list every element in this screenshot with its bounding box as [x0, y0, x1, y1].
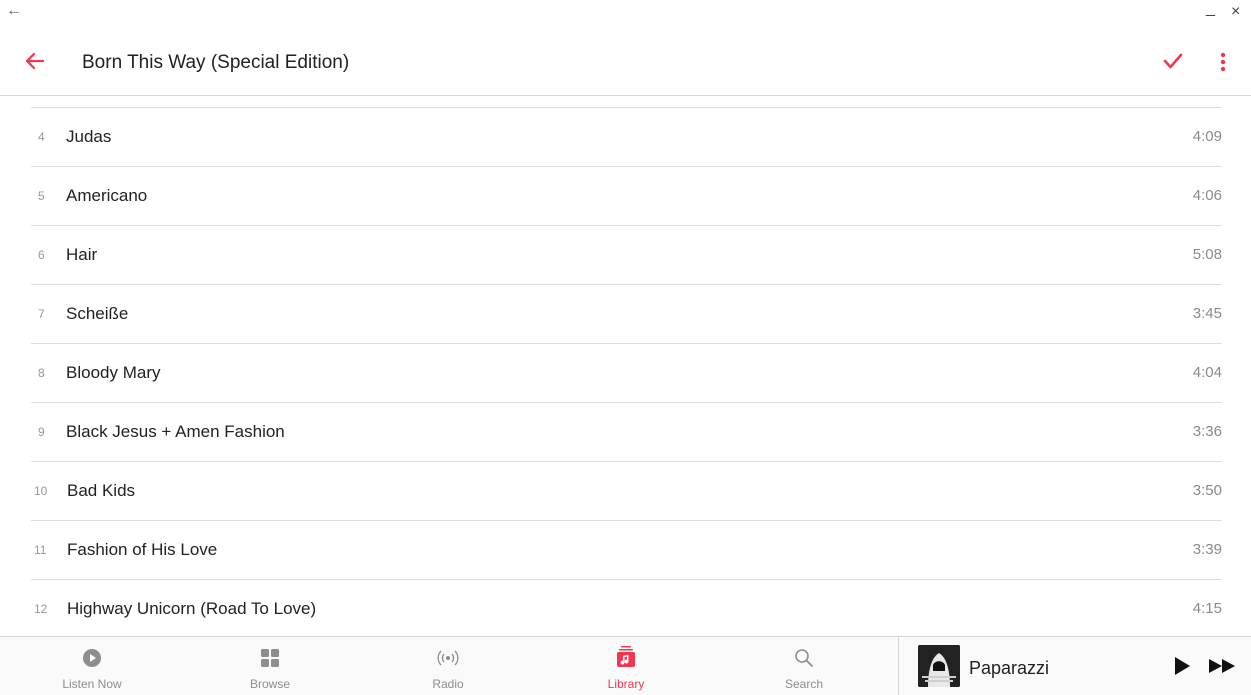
- track-row[interactable]: 12 Highway Unicorn (Road To Love) 4:15: [31, 580, 1222, 635]
- track-number: 4: [38, 130, 45, 144]
- track-number: 5: [38, 189, 45, 203]
- track-row[interactable]: 10 Bad Kids 3:50: [31, 462, 1222, 521]
- play-icon: [1175, 657, 1190, 675]
- track-title: Highway Unicorn (Road To Love): [67, 599, 317, 618]
- more-vertical-icon: [1220, 52, 1226, 72]
- track-duration: 3:45: [1192, 305, 1222, 322]
- tab-label: Browse: [249, 677, 290, 691]
- track-list[interactable]: 4 Judas 4:09 5 Americano 4:06 6 Hair 5:0…: [0, 97, 1251, 635]
- track-title: Bloody Mary: [66, 363, 161, 382]
- track-duration: 5:08: [1192, 246, 1222, 263]
- track-row[interactable]: 4 Judas 4:09: [31, 108, 1222, 167]
- now-playing-artwork: [918, 645, 960, 687]
- track-number: 8: [38, 366, 45, 380]
- track-duration: 4:06: [1192, 187, 1222, 204]
- window-titlebar: ← _ ×: [0, 0, 1251, 28]
- app-bar: Born This Way (Special Edition): [0, 30, 1251, 96]
- radio-broadcast-icon: [437, 650, 459, 666]
- back-button[interactable]: [22, 48, 48, 74]
- window-back-button[interactable]: ←: [6, 2, 22, 20]
- track-duration: 4:15: [1192, 600, 1222, 617]
- track-number: 9: [38, 425, 45, 439]
- tab-label: Library: [607, 677, 645, 691]
- fast-forward-icon: [1209, 659, 1235, 673]
- tab-label: Radio: [432, 677, 464, 691]
- tab-listen-now[interactable]: Listen Now: [3, 637, 181, 695]
- track-title: Bad Kids: [67, 481, 136, 500]
- track-row[interactable]: 7 Scheiße 3:45: [31, 285, 1222, 344]
- grid-icon: [261, 649, 279, 667]
- track-row[interactable]: 9 Black Jesus + Amen Fashion 3:36: [31, 403, 1222, 462]
- more-options-button[interactable]: [1213, 50, 1233, 74]
- now-playing-title: Paparazzi: [969, 658, 1050, 678]
- play-button[interactable]: [1172, 656, 1192, 676]
- track-title: Hair: [66, 245, 98, 264]
- window-minimize-button[interactable]: _: [1206, 0, 1215, 18]
- tab-label: Listen Now: [62, 677, 122, 691]
- track-title: Scheiße: [66, 304, 129, 323]
- search-icon: [795, 649, 813, 667]
- window-close-button[interactable]: ×: [1231, 3, 1240, 21]
- track-duration: 3:36: [1192, 423, 1222, 440]
- track-row[interactable]: 8 Bloody Mary 4:04: [31, 344, 1222, 403]
- track-title: Black Jesus + Amen Fashion: [66, 422, 285, 441]
- page-title: Born This Way (Special Edition): [82, 52, 350, 73]
- done-button[interactable]: [1160, 48, 1186, 74]
- track-row[interactable]: 6 Hair 5:08: [31, 226, 1222, 285]
- track-title: Judas: [66, 127, 112, 146]
- track-duration: 3:50: [1192, 482, 1222, 499]
- track-row[interactable]: 5 Americano 4:06: [31, 167, 1222, 226]
- tab-library[interactable]: Library: [537, 637, 715, 695]
- tab-browse[interactable]: Browse: [181, 637, 359, 695]
- checkmark-icon: [1163, 53, 1183, 69]
- track-row[interactable]: 11 Fashion of His Love 3:39: [31, 521, 1222, 580]
- next-track-button[interactable]: [1208, 656, 1238, 676]
- track-duration: 3:39: [1192, 541, 1222, 558]
- mini-player[interactable]: Paparazzi: [898, 637, 1251, 695]
- music-library-icon: [617, 646, 635, 667]
- track-duration: 4:04: [1192, 364, 1222, 381]
- track-number: 11: [34, 543, 47, 557]
- play-circle-icon: [83, 649, 101, 667]
- track-number: 7: [38, 307, 45, 321]
- track-duration: 4:09: [1192, 128, 1222, 145]
- album-art-icon: [918, 645, 960, 687]
- tab-search[interactable]: Search: [715, 637, 893, 695]
- bottom-navigation: Listen Now Browse Radio Library Search P…: [0, 636, 1251, 695]
- track-number: 6: [38, 248, 45, 262]
- tab-radio[interactable]: Radio: [359, 637, 537, 695]
- track-number: 10: [34, 484, 48, 498]
- arrow-left-icon: [25, 52, 45, 70]
- track-title: Americano: [66, 186, 148, 205]
- tab-label: Search: [784, 677, 824, 691]
- track-number: 12: [34, 602, 48, 616]
- track-title: Fashion of His Love: [67, 540, 218, 559]
